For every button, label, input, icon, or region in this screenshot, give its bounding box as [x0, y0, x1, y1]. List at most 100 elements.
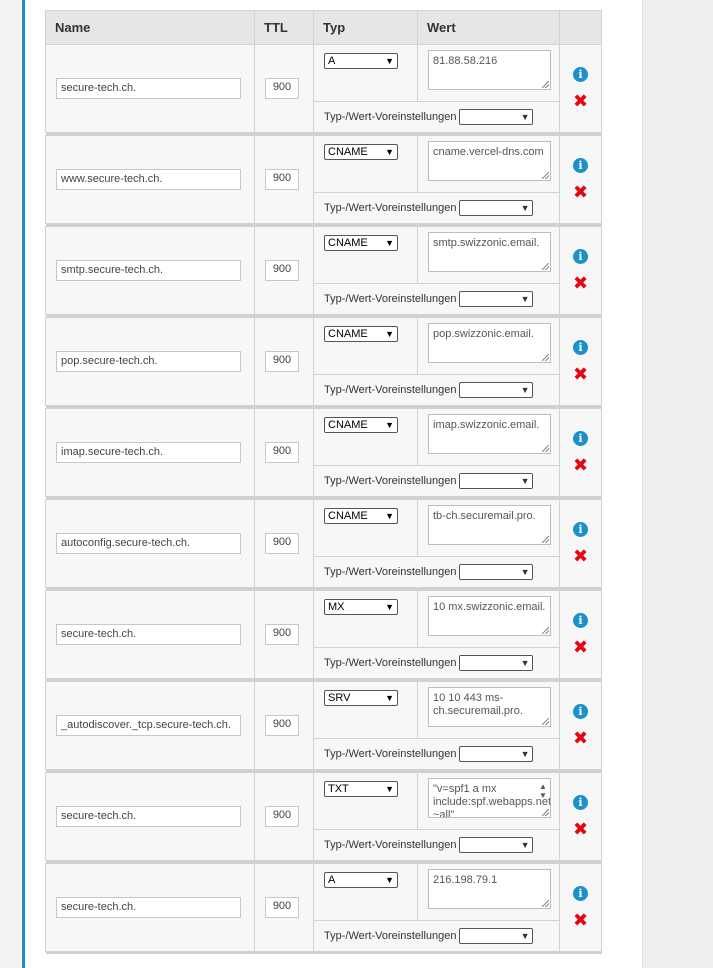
record-name-input[interactable]: secure-tech.ch.: [56, 806, 241, 827]
delete-icon[interactable]: ✖: [573, 457, 589, 475]
record-value-textarea[interactable]: cname.vercel-dns.com: [428, 141, 551, 181]
info-icon[interactable]: i: [573, 340, 588, 355]
info-icon[interactable]: i: [573, 795, 588, 810]
preset-cell: Typ-/Wert-Voreinstellungen ▼: [313, 738, 560, 770]
resize-grip-icon[interactable]: [542, 900, 549, 907]
info-icon[interactable]: i: [573, 613, 588, 628]
record-type-select[interactable]: SRV ▼: [324, 690, 398, 706]
typ-cell: CNAME ▼: [313, 408, 418, 466]
preset-group: Typ-/Wert-Voreinstellungen ▼: [314, 466, 559, 496]
record-ttl-input[interactable]: 900: [265, 624, 299, 645]
record-type-select[interactable]: A ▼: [324, 53, 398, 69]
header-actions: [559, 10, 602, 45]
record-type-select[interactable]: MX ▼: [324, 599, 398, 615]
resize-grip-icon[interactable]: [542, 627, 549, 634]
actions-cell: i ✖: [559, 44, 602, 133]
resize-grip-icon[interactable]: [542, 263, 549, 270]
record-type-select[interactable]: CNAME ▼: [324, 417, 398, 433]
record-value-textarea[interactable]: 10 mx.swizzonic.email.: [428, 596, 551, 636]
preset-select[interactable]: ▼: [459, 473, 534, 489]
record-value-textarea[interactable]: tb-ch.securemail.pro.: [428, 505, 551, 545]
record-ttl-input[interactable]: 900: [265, 806, 299, 827]
info-icon[interactable]: i: [573, 158, 588, 173]
name-cell: _autodiscover._tcp.secure-tech.ch.: [45, 681, 255, 770]
info-icon[interactable]: i: [573, 886, 588, 901]
delete-icon[interactable]: ✖: [573, 912, 589, 930]
preset-select[interactable]: ▼: [459, 655, 534, 671]
record-type-select[interactable]: CNAME ▼: [324, 144, 398, 160]
info-icon[interactable]: i: [573, 431, 588, 446]
record-value-textarea[interactable]: smtp.swizzonic.email.: [428, 232, 551, 272]
record-type-select[interactable]: CNAME ▼: [324, 235, 398, 251]
preset-select[interactable]: ▼: [459, 109, 534, 125]
chevron-down-icon: ▼: [385, 420, 394, 430]
record-name-input[interactable]: smtp.secure-tech.ch.: [56, 260, 241, 281]
record-type-select[interactable]: A ▼: [324, 872, 398, 888]
record-ttl-input[interactable]: 900: [265, 533, 299, 554]
table-header-row: Name TTL Typ Wert: [45, 10, 602, 45]
record-name-input[interactable]: imap.secure-tech.ch.: [56, 442, 241, 463]
delete-icon[interactable]: ✖: [573, 730, 589, 748]
chevron-down-icon: ▼: [520, 385, 530, 395]
record-name-input[interactable]: www.secure-tech.ch.: [56, 169, 241, 190]
record-value-textarea[interactable]: 81.88.58.216: [428, 50, 551, 90]
record-name-input[interactable]: _autodiscover._tcp.secure-tech.ch.: [56, 715, 241, 736]
preset-select[interactable]: ▼: [459, 291, 534, 307]
resize-grip-icon[interactable]: [542, 718, 549, 725]
record-type-value: CNAME: [328, 146, 368, 158]
resize-grip-icon[interactable]: [542, 445, 549, 452]
preset-select[interactable]: ▼: [459, 837, 534, 853]
record-name-input[interactable]: pop.secure-tech.ch.: [56, 351, 241, 372]
record-ttl-input[interactable]: 900: [265, 260, 299, 281]
preset-select[interactable]: ▼: [459, 564, 534, 580]
record-ttl-input[interactable]: 900: [265, 78, 299, 99]
delete-icon[interactable]: ✖: [573, 639, 589, 657]
preset-select[interactable]: ▼: [459, 200, 534, 216]
record-name-input[interactable]: autoconfig.secure-tech.ch.: [56, 533, 241, 554]
delete-icon[interactable]: ✖: [573, 275, 589, 293]
record-value-textarea[interactable]: "v=spf1 a mx include:spf.webapps.net ~al…: [428, 778, 551, 818]
wert-cell: 81.88.58.216: [417, 44, 560, 102]
delete-icon[interactable]: ✖: [573, 548, 589, 566]
record-row: autoconfig.secure-tech.ch. 900 CNAME ▼ tb-ch…: [45, 499, 602, 588]
resize-grip-icon[interactable]: [542, 81, 549, 88]
actions-cell: i ✖: [559, 863, 602, 952]
info-icon[interactable]: i: [573, 249, 588, 264]
info-icon[interactable]: i: [573, 704, 588, 719]
preset-cell: Typ-/Wert-Voreinstellungen ▼: [313, 283, 560, 315]
record-value-textarea[interactable]: pop.swizzonic.email.: [428, 323, 551, 363]
record-ttl-input[interactable]: 900: [265, 351, 299, 372]
record-type-select[interactable]: CNAME ▼: [324, 508, 398, 524]
resize-grip-icon[interactable]: [542, 172, 549, 179]
record-ttl-input[interactable]: 900: [265, 715, 299, 736]
record-value-textarea[interactable]: 216.198.79.1: [428, 869, 551, 909]
record-type-value: SRV: [328, 692, 351, 704]
info-icon[interactable]: i: [573, 67, 588, 82]
chevron-down-icon: ▼: [520, 476, 530, 486]
record-type-select[interactable]: TXT ▼: [324, 781, 398, 797]
record-ttl-input[interactable]: 900: [265, 442, 299, 463]
preset-select[interactable]: ▼: [459, 746, 534, 762]
textarea-scroll-arrows-icon[interactable]: ▲ ▼: [538, 782, 548, 802]
delete-icon[interactable]: ✖: [573, 821, 589, 839]
record-value-textarea[interactable]: imap.swizzonic.email.: [428, 414, 551, 454]
record-type-select[interactable]: CNAME ▼: [324, 326, 398, 342]
delete-icon[interactable]: ✖: [573, 366, 589, 384]
record-name-input[interactable]: secure-tech.ch.: [56, 897, 241, 918]
record-name-input[interactable]: secure-tech.ch.: [56, 78, 241, 99]
info-icon[interactable]: i: [573, 522, 588, 537]
resize-grip-icon[interactable]: [542, 354, 549, 361]
preset-cell: Typ-/Wert-Voreinstellungen ▼: [313, 465, 560, 497]
name-cell: secure-tech.ch.: [45, 44, 255, 133]
preset-group: Typ-/Wert-Voreinstellungen ▼: [314, 648, 559, 678]
record-ttl-input[interactable]: 900: [265, 897, 299, 918]
record-name-input[interactable]: secure-tech.ch.: [56, 624, 241, 645]
resize-grip-icon[interactable]: [542, 809, 549, 816]
preset-select[interactable]: ▼: [459, 928, 534, 944]
preset-select[interactable]: ▼: [459, 382, 534, 398]
record-value-textarea[interactable]: 10 10 443 ms-ch.securemail.pro.: [428, 687, 551, 727]
resize-grip-icon[interactable]: [542, 536, 549, 543]
delete-icon[interactable]: ✖: [573, 184, 589, 202]
delete-icon[interactable]: ✖: [573, 93, 589, 111]
record-ttl-input[interactable]: 900: [265, 169, 299, 190]
